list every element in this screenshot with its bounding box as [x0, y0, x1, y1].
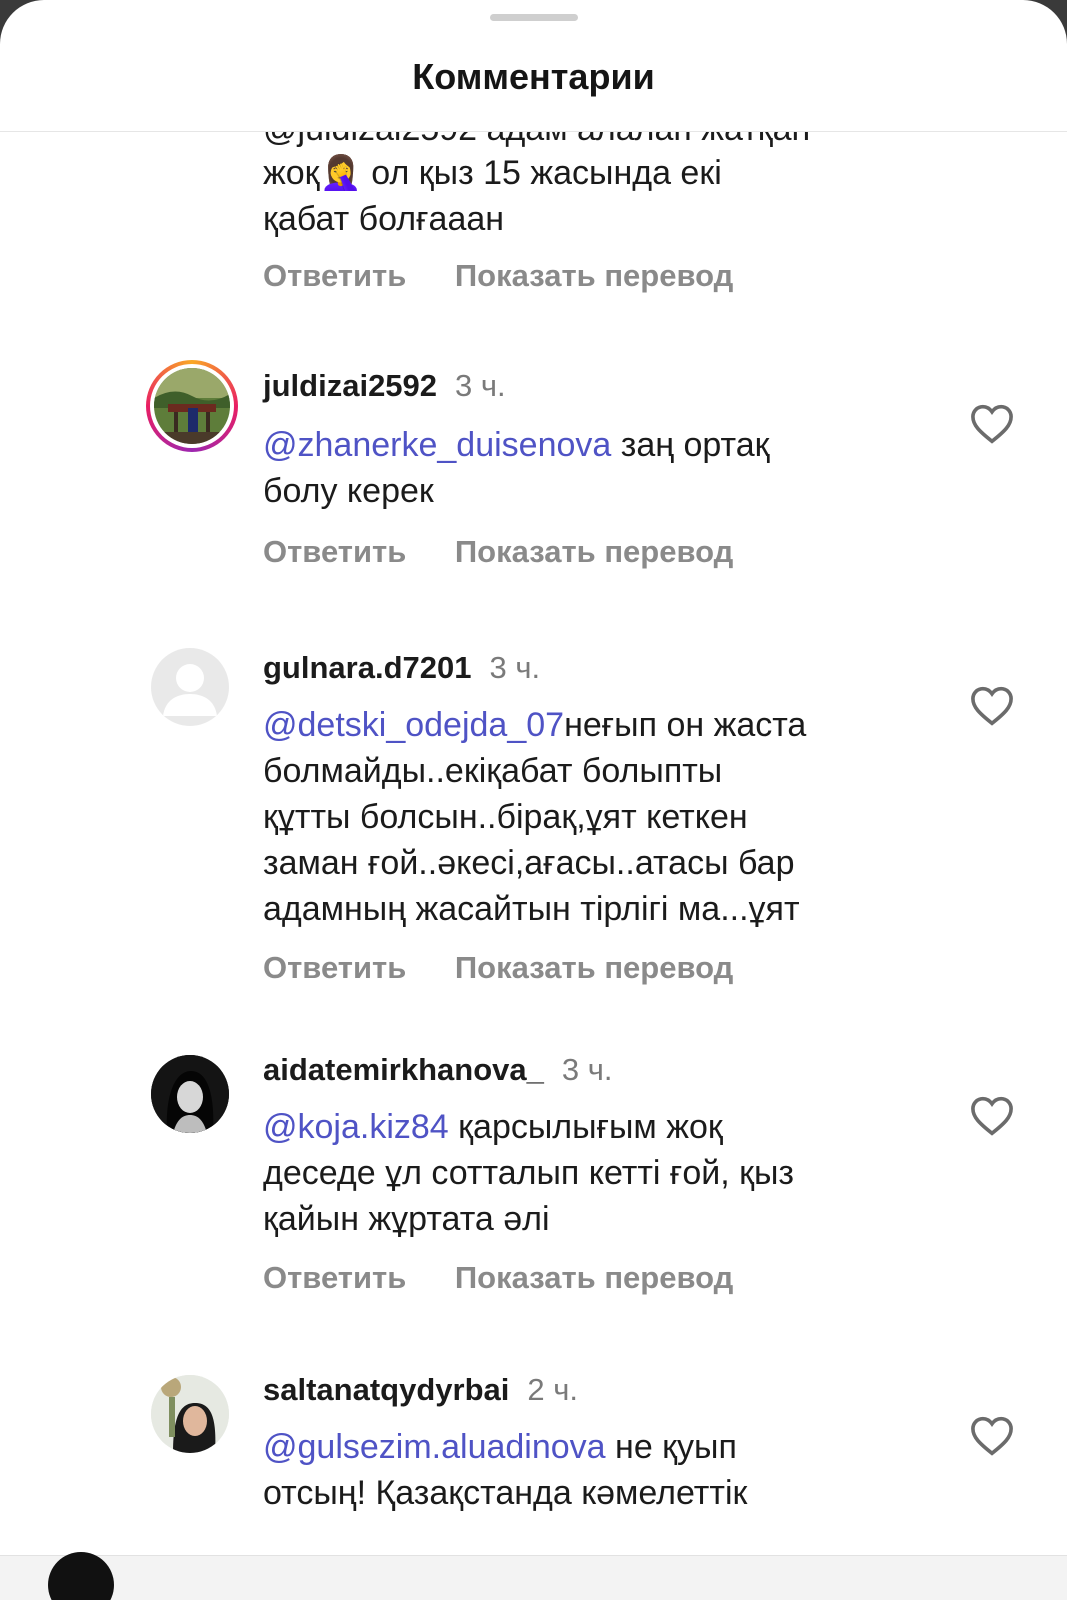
mention-link[interactable]: @zhanerke_duisenova [263, 426, 611, 464]
comment-time: 3 ч. [489, 650, 541, 685]
reply-button[interactable]: Ответить [263, 258, 406, 293]
comments-list[interactable]: @juldizai2592 адам алалап жатқан жоқ🤦‍♀️… [0, 132, 1067, 1555]
comment-text-line: адамның жасайтын тірлігі ма...ұят [263, 890, 800, 928]
mention-link[interactable]: @koja.kiz84 [263, 1108, 449, 1146]
comment-text: @zhanerke_duisenova заң ортақ болу керек [263, 422, 923, 514]
username-text[interactable]: juldizai2592 [263, 368, 437, 403]
comment-text: @detski_odejda_07неғып он жаста болмайды… [263, 702, 923, 932]
comment-actions: Ответить Показать перевод [263, 1260, 773, 1300]
comment-actions: Ответить Показать перевод [263, 534, 773, 574]
show-translation-button[interactable]: Показать перевод [455, 950, 733, 985]
avatar [154, 368, 230, 444]
comment-text-line: жоқ🤦‍♀️ ол қыз 15 жасында екі [263, 154, 722, 192]
avatar[interactable] [151, 1055, 229, 1133]
reply-button[interactable]: Ответить [263, 1260, 406, 1295]
heart-outline-icon[interactable] [970, 1416, 1014, 1456]
avatar[interactable] [151, 648, 229, 726]
comment-username[interactable]: aidatemirkhanova_ 3 ч. [263, 1052, 612, 1088]
comment-text-clipped: @juldizai2592 адам алалап жатқан [263, 132, 923, 152]
comments-sheet: Комментарии @juldizai2592 адам алалап жа… [0, 0, 1067, 1600]
comment-text: @gulsezim.aluadinova не қуып отсың! Қаза… [263, 1424, 923, 1516]
comment-username[interactable]: juldizai2592 3 ч. [263, 368, 506, 404]
comment-text-line: қабат болғааан [263, 200, 505, 238]
reply-button[interactable]: Ответить [263, 534, 406, 569]
comment-text-line: қарсылығым жоқ [448, 1108, 723, 1146]
comment-text-line: отсың! Қазақстанда кәмелеттік [263, 1474, 748, 1512]
default-avatar-icon [163, 664, 217, 716]
comment-text-line: заман ғой..әкесі,ағасы..атасы бар [263, 844, 795, 882]
current-user-avatar [48, 1552, 114, 1600]
comment-composer-bar[interactable] [0, 1552, 1067, 1600]
comment-text-line: не қуып [605, 1428, 737, 1466]
comment-text: @koja.kiz84 қарсылығым жоқ деседе ұл сот… [263, 1104, 923, 1242]
mention-link[interactable]: @gulsezim.aluadinova [263, 1428, 606, 1466]
heart-outline-icon[interactable] [970, 404, 1014, 444]
page-title: Комментарии [412, 56, 655, 97]
show-translation-button[interactable]: Показать перевод [455, 258, 733, 293]
heart-outline-icon[interactable] [970, 1096, 1014, 1136]
heart-outline-icon[interactable] [970, 686, 1014, 726]
avatar-story-ring[interactable] [146, 360, 238, 452]
comment-text-line: болу керек [263, 472, 434, 510]
comment-text-line: болмайды..екіқабат болыпты [263, 752, 723, 790]
comment-text-line: құтты болсын..бірақ,ұят кеткен [263, 798, 748, 836]
comment-username[interactable]: gulnara.d7201 3 ч. [263, 650, 540, 686]
username-text[interactable]: aidatemirkhanova_ [263, 1052, 544, 1087]
comment-username[interactable]: saltanatqydyrbai 2 ч. [263, 1372, 578, 1408]
username-text[interactable]: gulnara.d7201 [263, 650, 471, 685]
comment-text-line: неғып он жаста [564, 706, 807, 744]
reply-button[interactable]: Ответить [263, 950, 406, 985]
comment-actions: Ответить Показать перевод [263, 258, 773, 298]
comment-text-line: қайын жұртата әлі [263, 1200, 550, 1238]
sheet-grabber[interactable] [490, 14, 578, 21]
show-translation-button[interactable]: Показать перевод [455, 1260, 733, 1295]
comment-time: 3 ч. [455, 368, 506, 403]
comment-actions: Ответить Показать перевод [263, 950, 773, 990]
comment-text-line: деседе ұл сотталып кетті ғой, қыз [263, 1154, 795, 1192]
comment-time: 2 ч. [527, 1372, 578, 1407]
avatar[interactable] [151, 1375, 229, 1453]
mention-link[interactable]: @detski_odejda_07 [263, 706, 564, 744]
show-translation-button[interactable]: Показать перевод [455, 534, 733, 569]
comment-time: 3 ч. [561, 1052, 613, 1087]
username-text[interactable]: saltanatqydyrbai [263, 1372, 509, 1407]
comment-text-line: заң ортақ [611, 426, 770, 464]
